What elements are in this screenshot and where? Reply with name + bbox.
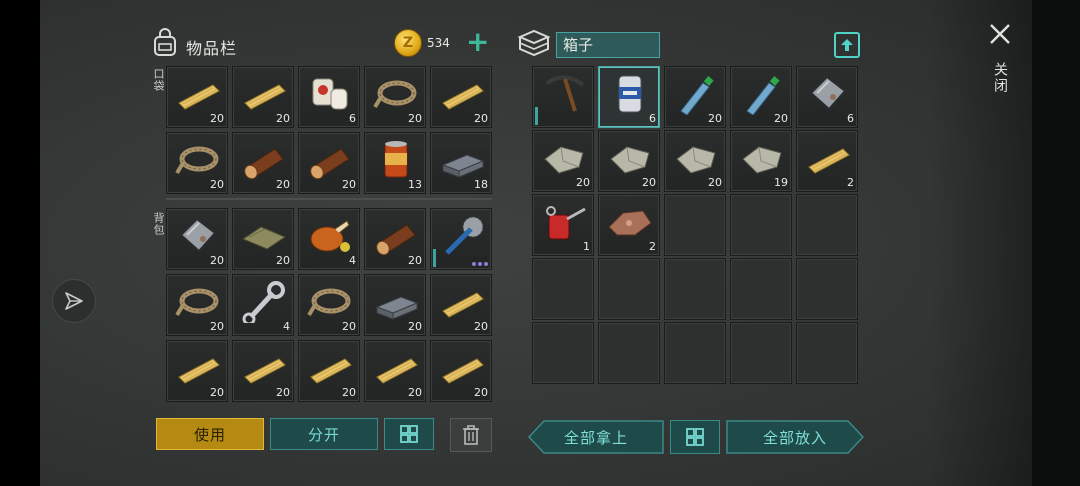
- box-slot[interactable]: 2: [598, 194, 660, 256]
- box-slot[interactable]: 20: [664, 130, 726, 192]
- oil-can-icon: [539, 201, 589, 243]
- box-slot[interactable]: [664, 258, 726, 320]
- box-slot[interactable]: [664, 322, 726, 384]
- take-all-button[interactable]: 全部拿上: [528, 420, 664, 454]
- box-slot[interactable]: [598, 322, 660, 384]
- box-slot[interactable]: 20: [664, 66, 726, 128]
- item-quantity: 20: [708, 176, 722, 189]
- box-slot[interactable]: 20: [598, 130, 660, 192]
- item-quantity: 20: [576, 176, 590, 189]
- item-quantity: 20: [642, 176, 656, 189]
- item-quantity: 2: [847, 176, 854, 189]
- take-all-label: 全部拿上: [563, 428, 628, 447]
- close-button[interactable]: [988, 22, 1012, 46]
- item-quantity: 19: [774, 176, 788, 189]
- item-quantity: 20: [774, 112, 788, 125]
- plank-icon: [803, 137, 853, 179]
- box-slot[interactable]: [664, 194, 726, 256]
- box-slot[interactable]: [598, 258, 660, 320]
- grid-icon: [686, 428, 704, 446]
- item-quantity: 6: [649, 112, 656, 125]
- split-button[interactable]: 分开: [270, 418, 378, 450]
- stone-icon: [671, 137, 721, 179]
- box-slot[interactable]: 6: [796, 66, 858, 128]
- box-slot[interactable]: 19: [730, 130, 792, 192]
- box-slot[interactable]: [730, 322, 792, 384]
- box-slot[interactable]: 1: [532, 194, 594, 256]
- box-slot[interactable]: 20: [532, 130, 594, 192]
- sort-box-button[interactable]: [670, 420, 720, 454]
- put-all-label: 全部放入: [762, 428, 827, 447]
- item-quantity: 6: [847, 112, 854, 125]
- sort-inventory-button[interactable]: [384, 418, 434, 450]
- box-slot[interactable]: 2: [796, 130, 858, 192]
- box-slot[interactable]: 20: [730, 66, 792, 128]
- water-bottle-icon: [671, 73, 721, 116]
- pickaxe-icon: [539, 73, 589, 115]
- item-quantity: 20: [708, 112, 722, 125]
- box-slot[interactable]: [532, 322, 594, 384]
- grid-icon: [400, 425, 418, 443]
- box-slot[interactable]: 6: [598, 66, 660, 128]
- box-slot[interactable]: [532, 258, 594, 320]
- box-slot[interactable]: [796, 258, 858, 320]
- stone-icon: [605, 137, 655, 179]
- box-slot[interactable]: [796, 322, 858, 384]
- trash-icon: [463, 425, 479, 445]
- item-quantity: 1: [583, 240, 590, 253]
- stone-icon: [539, 137, 589, 179]
- durability-bar: [535, 107, 538, 125]
- box-slot[interactable]: [796, 194, 858, 256]
- item-quantity: 2: [649, 240, 656, 253]
- water-bottle-icon: [737, 73, 787, 116]
- box-slot[interactable]: [730, 194, 792, 256]
- box-grid: 6 20 20 6 20 20 20 19 2 1 2: [0, 0, 1080, 402]
- put-all-button[interactable]: 全部放入: [726, 420, 864, 454]
- copper-ore-icon: [605, 201, 655, 243]
- trash-button[interactable]: [450, 418, 492, 452]
- stone-icon: [737, 137, 787, 179]
- metal-plate-icon: [803, 73, 853, 115]
- beer-can-icon: [605, 73, 655, 115]
- box-slot[interactable]: [532, 66, 594, 128]
- close-label[interactable]: 关闭: [990, 62, 1010, 94]
- box-slot[interactable]: [730, 258, 792, 320]
- use-button[interactable]: 使用: [156, 418, 264, 450]
- close-icon: [990, 24, 1010, 44]
